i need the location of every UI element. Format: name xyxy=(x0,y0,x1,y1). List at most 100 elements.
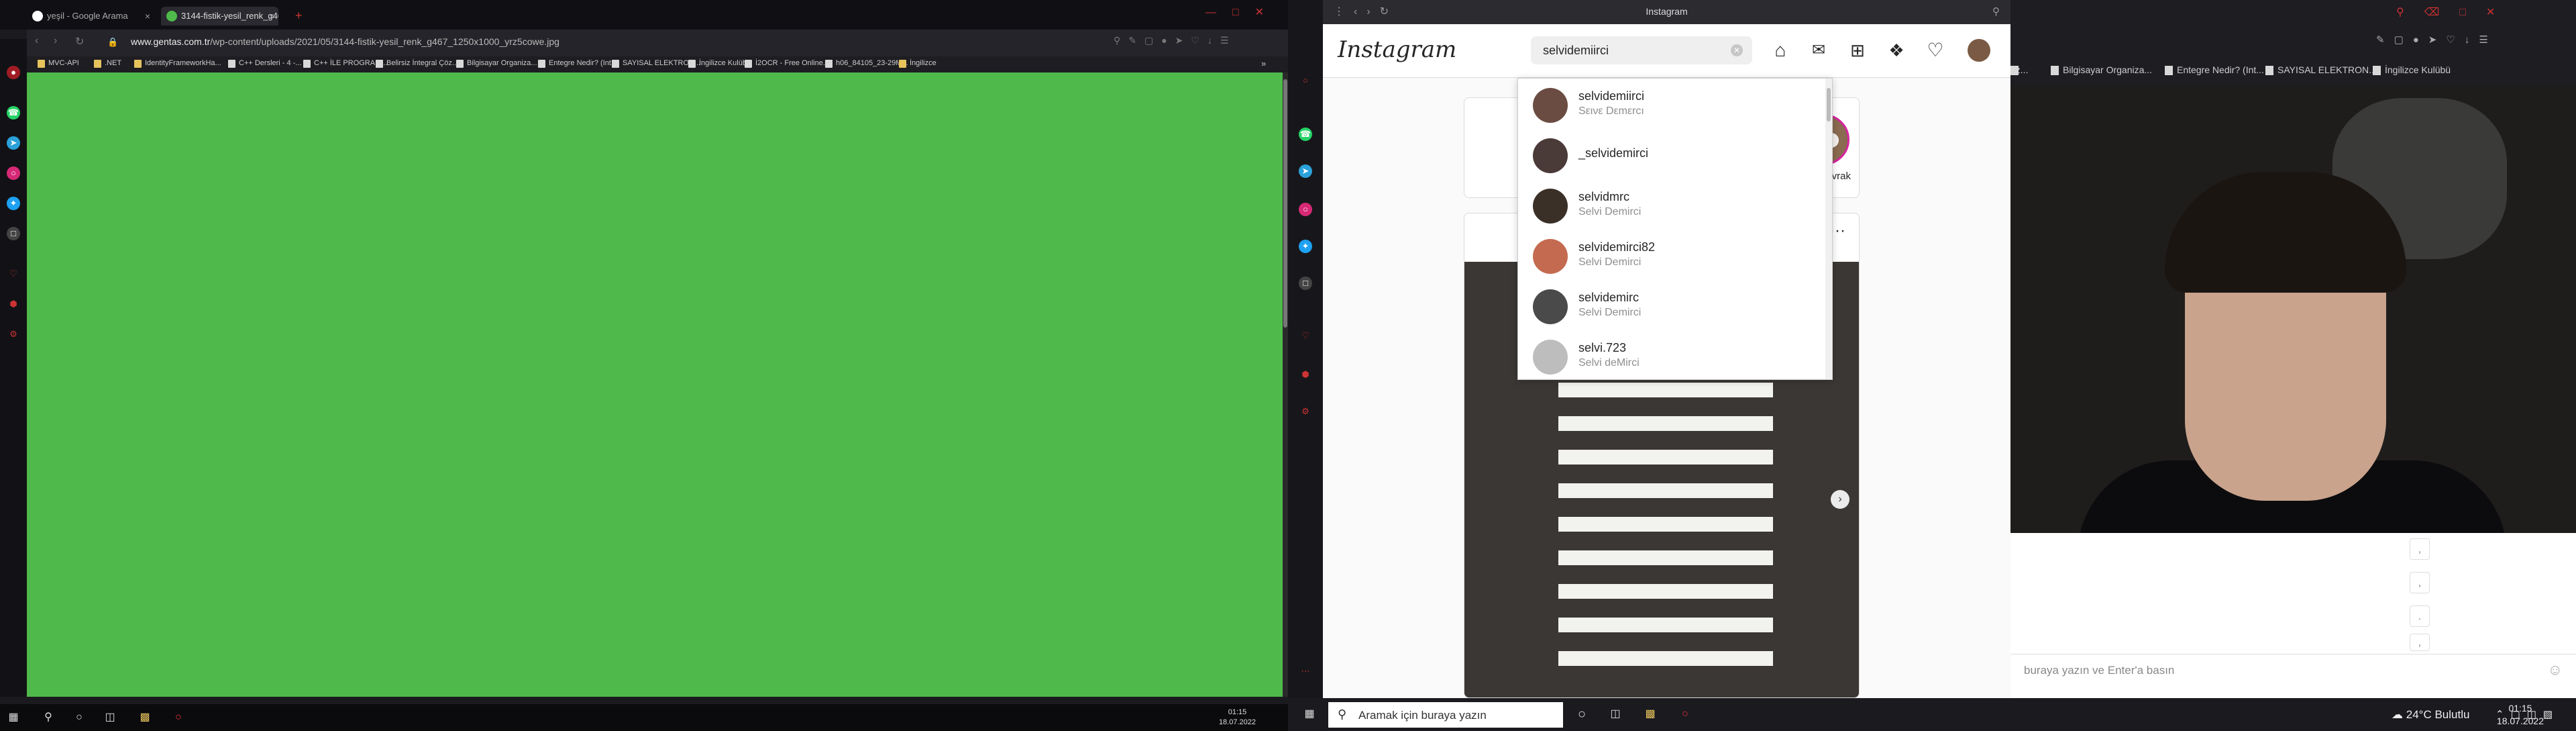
close-icon[interactable]: × xyxy=(145,7,150,26)
search-icon[interactable]: ⚲ xyxy=(42,711,55,724)
back-icon[interactable]: ‹ xyxy=(35,35,38,47)
file-explorer-icon[interactable]: ▩ xyxy=(138,711,152,724)
explore-icon[interactable]: ❖ xyxy=(1885,39,1908,62)
chat-button[interactable]: , xyxy=(2410,538,2430,560)
whatsapp-icon[interactable]: ☎ xyxy=(1299,128,1312,141)
twitter-icon[interactable]: ✦ xyxy=(7,197,20,210)
bookmark-item[interactable]: MVC-API xyxy=(38,59,79,68)
bookmark-item[interactable]: öz... xyxy=(2010,64,2028,75)
chat-button[interactable]: , xyxy=(2410,634,2430,651)
bookmark-item[interactable]: C++ İLE PROGRAM... xyxy=(303,59,387,68)
cortana-icon[interactable]: ○ xyxy=(72,711,86,724)
window-controls[interactable]: —□✕ xyxy=(1205,5,1280,19)
taskbar-search-box[interactable]: ⚲ Aramak için buraya yazın xyxy=(1328,702,1563,728)
search-result[interactable]: selvidmrc Selvi Demirci xyxy=(1518,179,1827,230)
bookmark-item[interactable]: Bilgisayar Organiza... xyxy=(456,59,537,68)
search-result[interactable]: selvi.723 Selvi deMirci xyxy=(1518,330,1827,379)
vertical-scrollbar[interactable] xyxy=(1283,72,1288,697)
tab-image[interactable]: 3144-fistik-yesil_renk_g467_... × xyxy=(161,7,278,26)
address-toolbar-icons[interactable]: ✎▢●➤♡↓☰ xyxy=(2376,34,2498,46)
whatsapp-icon[interactable]: ☎ xyxy=(7,106,20,119)
chat-button[interactable]: . xyxy=(2410,605,2430,627)
pin-icon[interactable]: ⚲ xyxy=(1992,5,2000,17)
opera-taskbar-icon[interactable]: ○ xyxy=(1678,708,1692,721)
messenger-icon[interactable]: ✉ xyxy=(1807,39,1830,62)
emoji-icon[interactable]: ☺ xyxy=(2548,661,2563,679)
taskbar-clock[interactable]: 01:15 18.07.2022 xyxy=(1219,708,1256,728)
instagram-icon[interactable]: ○ xyxy=(7,166,20,180)
new-tab-button[interactable]: + xyxy=(295,9,303,23)
instagram-logo[interactable]: Instagram xyxy=(1338,36,1456,63)
bookmark-item[interactable]: Bilgisayar Organiza... xyxy=(2051,64,2152,75)
opera-icon[interactable]: ○ xyxy=(1299,74,1312,87)
result-fullname: Selvi Demirci xyxy=(1578,256,1642,268)
box-icon[interactable]: ⬢ xyxy=(1299,368,1312,381)
file-explorer-icon[interactable]: ▩ xyxy=(1644,708,1657,721)
activity-heart-icon[interactable]: ♡ xyxy=(1924,39,1947,62)
window-controls[interactable]: ⚲⌫□✕ xyxy=(2396,5,2515,19)
shirt-stripe xyxy=(1558,651,1773,666)
search-input[interactable]: selvidemiirci xyxy=(1543,44,1609,58)
instagram-header: Instagram selvidemiirci ✕ ⌂ ✉ ⊞ ❖ ♡ xyxy=(1323,24,2010,78)
search-box[interactable]: selvidemiirci ✕ xyxy=(1531,36,1752,64)
opera-taskbar-icon[interactable]: ○ xyxy=(172,711,185,724)
bookmark-item[interactable]: SAYISAL ELEKTRON... xyxy=(2265,64,2377,75)
telegram-icon[interactable]: ➤ xyxy=(7,136,20,150)
settings-icon[interactable]: ⚙ xyxy=(7,328,20,341)
bookmark-item[interactable]: IdentityFrameworkHa... xyxy=(134,59,221,68)
more-icon[interactable]: ⋯ xyxy=(1299,665,1312,678)
scrollbar-thumb[interactable] xyxy=(1827,88,1831,121)
clear-search-icon[interactable]: ✕ xyxy=(1731,44,1743,56)
search-result[interactable]: selvidemirc Selvi Demirci xyxy=(1518,280,1827,330)
next-photo-icon[interactable]: › xyxy=(1831,490,1849,509)
heart-icon[interactable]: ♡ xyxy=(1299,329,1312,342)
bookmark-item[interactable]: İngilizce Kulübü xyxy=(2373,64,2451,75)
new-post-icon[interactable]: ⊞ xyxy=(1846,39,1869,62)
box-icon[interactable]: ⬢ xyxy=(7,297,20,311)
bookmark-item[interactable]: Entegre Nedir? (Int... xyxy=(2165,64,2264,75)
url-field[interactable]: www.gentas.com.tr/wp-content/uploads/202… xyxy=(131,36,559,47)
task-view-icon[interactable]: ◫ xyxy=(103,711,117,724)
search-result[interactable]: _selvidemirci xyxy=(1518,129,1827,179)
bookmark-item[interactable]: C++ Dersleri - 4 -... xyxy=(228,59,302,68)
twitter-icon[interactable]: ✦ xyxy=(1299,240,1312,253)
weather-widget[interactable]: ☁ 24°C Bulutlu xyxy=(2392,708,2469,722)
windows-start-icon[interactable]: ▦ xyxy=(1303,708,1316,721)
profile-avatar[interactable] xyxy=(1968,39,1990,62)
telegram-icon[interactable]: ➤ xyxy=(1299,164,1312,178)
opera-icon[interactable]: ● xyxy=(7,66,20,79)
bookmark-item[interactable]: .NET xyxy=(94,59,121,68)
bookmark-item[interactable]: İngilizce xyxy=(899,59,936,68)
address-toolbar-icons[interactable]: ⚲✎▢●➤♡↓☰ xyxy=(1114,35,1237,46)
heart-icon[interactable]: ♡ xyxy=(7,267,20,281)
taskbar-clock[interactable]: 01:15 18.07.2022 xyxy=(2497,702,2544,728)
forward-icon[interactable]: › xyxy=(54,35,57,47)
chat-input[interactable]: buraya yazın ve Enter'a basın ☺ xyxy=(2010,654,2576,685)
instagram-icon[interactable]: ○ xyxy=(1299,203,1312,216)
more-bookmarks-button[interactable]: » xyxy=(1261,58,1266,68)
tab-bar: yeşil - Google Arama × 3144-fistik-yesil… xyxy=(0,0,1288,30)
chat-icon[interactable]: □ xyxy=(1299,277,1312,290)
bookmark-item[interactable]: SAYISAL ELEKTRON... xyxy=(612,59,700,68)
search-result[interactable]: selvidemirci82 Selvi Demirci xyxy=(1518,230,1827,280)
search-icon: ⚲ xyxy=(1338,708,1347,721)
scrollbar-thumb[interactable] xyxy=(1283,79,1287,328)
bookmark-item[interactable]: Belirsiz İntegral Çöz... xyxy=(376,59,458,68)
task-view-icon[interactable]: ◫ xyxy=(1609,708,1622,721)
settings-icon[interactable]: ⚙ xyxy=(1299,405,1312,418)
tab-google-search[interactable]: yeşil - Google Arama × xyxy=(27,7,154,26)
bookmark-item[interactable]: Entegre Nedir? (Int... xyxy=(538,59,617,68)
bookmark-item[interactable]: İ2OCR - Free Online... xyxy=(745,59,829,68)
reload-icon[interactable]: ↻ xyxy=(75,35,84,48)
dropdown-scrollbar[interactable] xyxy=(1825,79,1832,379)
chat-panel: , , . , buraya yazın ve Enter'a basın ☺ xyxy=(2010,533,2576,698)
chat-button[interactable]: , xyxy=(2410,572,2430,593)
home-icon[interactable]: ⌂ xyxy=(1769,39,1792,62)
cortana-icon[interactable]: ○ xyxy=(1575,708,1589,721)
bookmark-item[interactable]: İngilizce Kulübü xyxy=(688,59,751,68)
chat-icon[interactable]: □ xyxy=(7,227,20,240)
windows-start-icon[interactable]: ▦ xyxy=(7,711,20,724)
bookmark-item[interactable]: h06_84105_23-29M... xyxy=(825,59,908,68)
search-result[interactable]: selvidemiirci Sεινε Dεmεrcı xyxy=(1518,79,1827,129)
close-icon[interactable]: × xyxy=(269,7,274,26)
